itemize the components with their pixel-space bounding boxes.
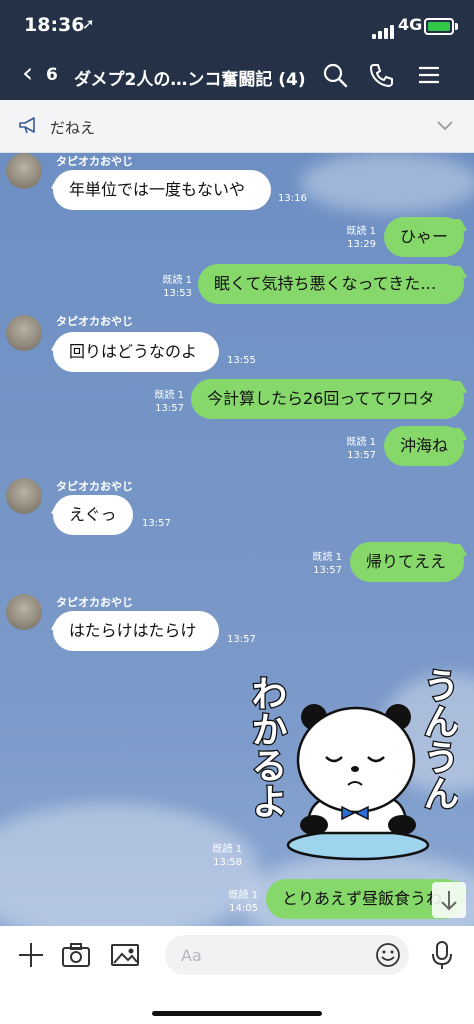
mic-icon[interactable] — [427, 940, 457, 970]
read-receipt: 既読 1 13:57 — [312, 552, 342, 576]
search-icon[interactable] — [322, 62, 348, 88]
camera-icon[interactable] — [61, 940, 91, 970]
avatar[interactable] — [6, 594, 42, 630]
avatar[interactable] — [6, 478, 42, 514]
chevron-down-icon[interactable] — [436, 120, 454, 132]
image-icon[interactable] — [110, 940, 140, 970]
message-time: 13:57 — [142, 518, 171, 529]
message-bubble[interactable]: 回りはどうなのよ — [53, 332, 219, 372]
sender-name: タピオカおやじ — [56, 596, 133, 609]
sticker-text-right: うんうん — [418, 667, 459, 811]
menu-icon[interactable] — [416, 62, 442, 88]
sender-name: タピオカおやじ — [56, 155, 133, 168]
status-time: 18:36 — [24, 14, 85, 36]
message-input-placeholder: Aa — [181, 946, 202, 965]
sender-name: タピオカおやじ — [56, 315, 133, 328]
signal-icon — [372, 20, 396, 39]
network-type: 4G — [398, 15, 423, 34]
input-bar: Aa — [0, 926, 474, 1024]
message-bubble[interactable]: はたらけはたらけ — [53, 611, 219, 651]
phone-icon[interactable] — [368, 62, 394, 88]
read-receipt: 既読 1 13:57 — [154, 390, 184, 414]
scroll-down-icon[interactable] — [432, 882, 466, 918]
message-bubble[interactable]: 今計算したら26回っててワロタ — [191, 379, 464, 419]
back-chevron-icon[interactable]: ‹ — [22, 56, 33, 89]
read-receipt: 既読 1 13:57 — [346, 437, 376, 461]
read-receipt: 既読 1 13:29 — [346, 226, 376, 250]
read-receipt: 既読 1 13:58 — [212, 844, 242, 868]
megaphone-icon — [19, 117, 35, 134]
message-bubble[interactable]: えぐっ — [53, 495, 133, 535]
message-time: 13:16 — [278, 193, 307, 204]
message-bubble[interactable]: 眠くて気持ち悪くなってきた… — [198, 264, 464, 304]
message-bubble[interactable]: ひゃー — [384, 217, 464, 257]
location-arrow-icon: ➚ — [82, 15, 95, 33]
chat-area[interactable]: タピオカおやじ 年単位では一度もないや 13:16 既読 1 13:29 ひゃー … — [0, 153, 474, 926]
chat-title[interactable]: ダメプ2人の…ンコ奮闘記 (4) — [74, 65, 306, 90]
message-input[interactable]: Aa — [165, 935, 409, 975]
panda-nodding-sticker[interactable]: わかるよ うんうん — [248, 665, 458, 870]
sticker-text-left: わかるよ — [248, 675, 287, 819]
read-receipt: 既読 1 14:05 — [228, 890, 258, 914]
plus-icon[interactable] — [16, 940, 46, 970]
emoji-icon[interactable] — [375, 942, 401, 968]
status-bar: 18:36 ➚ 4G — [0, 0, 474, 50]
battery-icon — [424, 18, 458, 35]
sender-name: タピオカおやじ — [56, 480, 133, 493]
avatar[interactable] — [6, 315, 42, 351]
avatar[interactable] — [6, 153, 42, 189]
message-time: 13:57 — [227, 634, 256, 645]
message-time: 13:55 — [227, 355, 256, 366]
message-bubble[interactable]: 沖海ね — [384, 426, 464, 466]
chat-header: ‹ 6 ダメプ2人の…ンコ奮闘記 (4) — [0, 50, 474, 100]
message-bubble[interactable]: 帰りてええ — [350, 542, 464, 582]
read-receipt: 既読 1 13:53 — [162, 275, 192, 299]
announcement-bar[interactable]: だねえ — [0, 100, 474, 153]
home-indicator — [152, 1011, 322, 1016]
back-count[interactable]: 6 — [46, 65, 58, 85]
message-bubble[interactable]: 年単位では一度もないや — [53, 170, 271, 210]
announcement-text: だねえ — [50, 119, 96, 137]
